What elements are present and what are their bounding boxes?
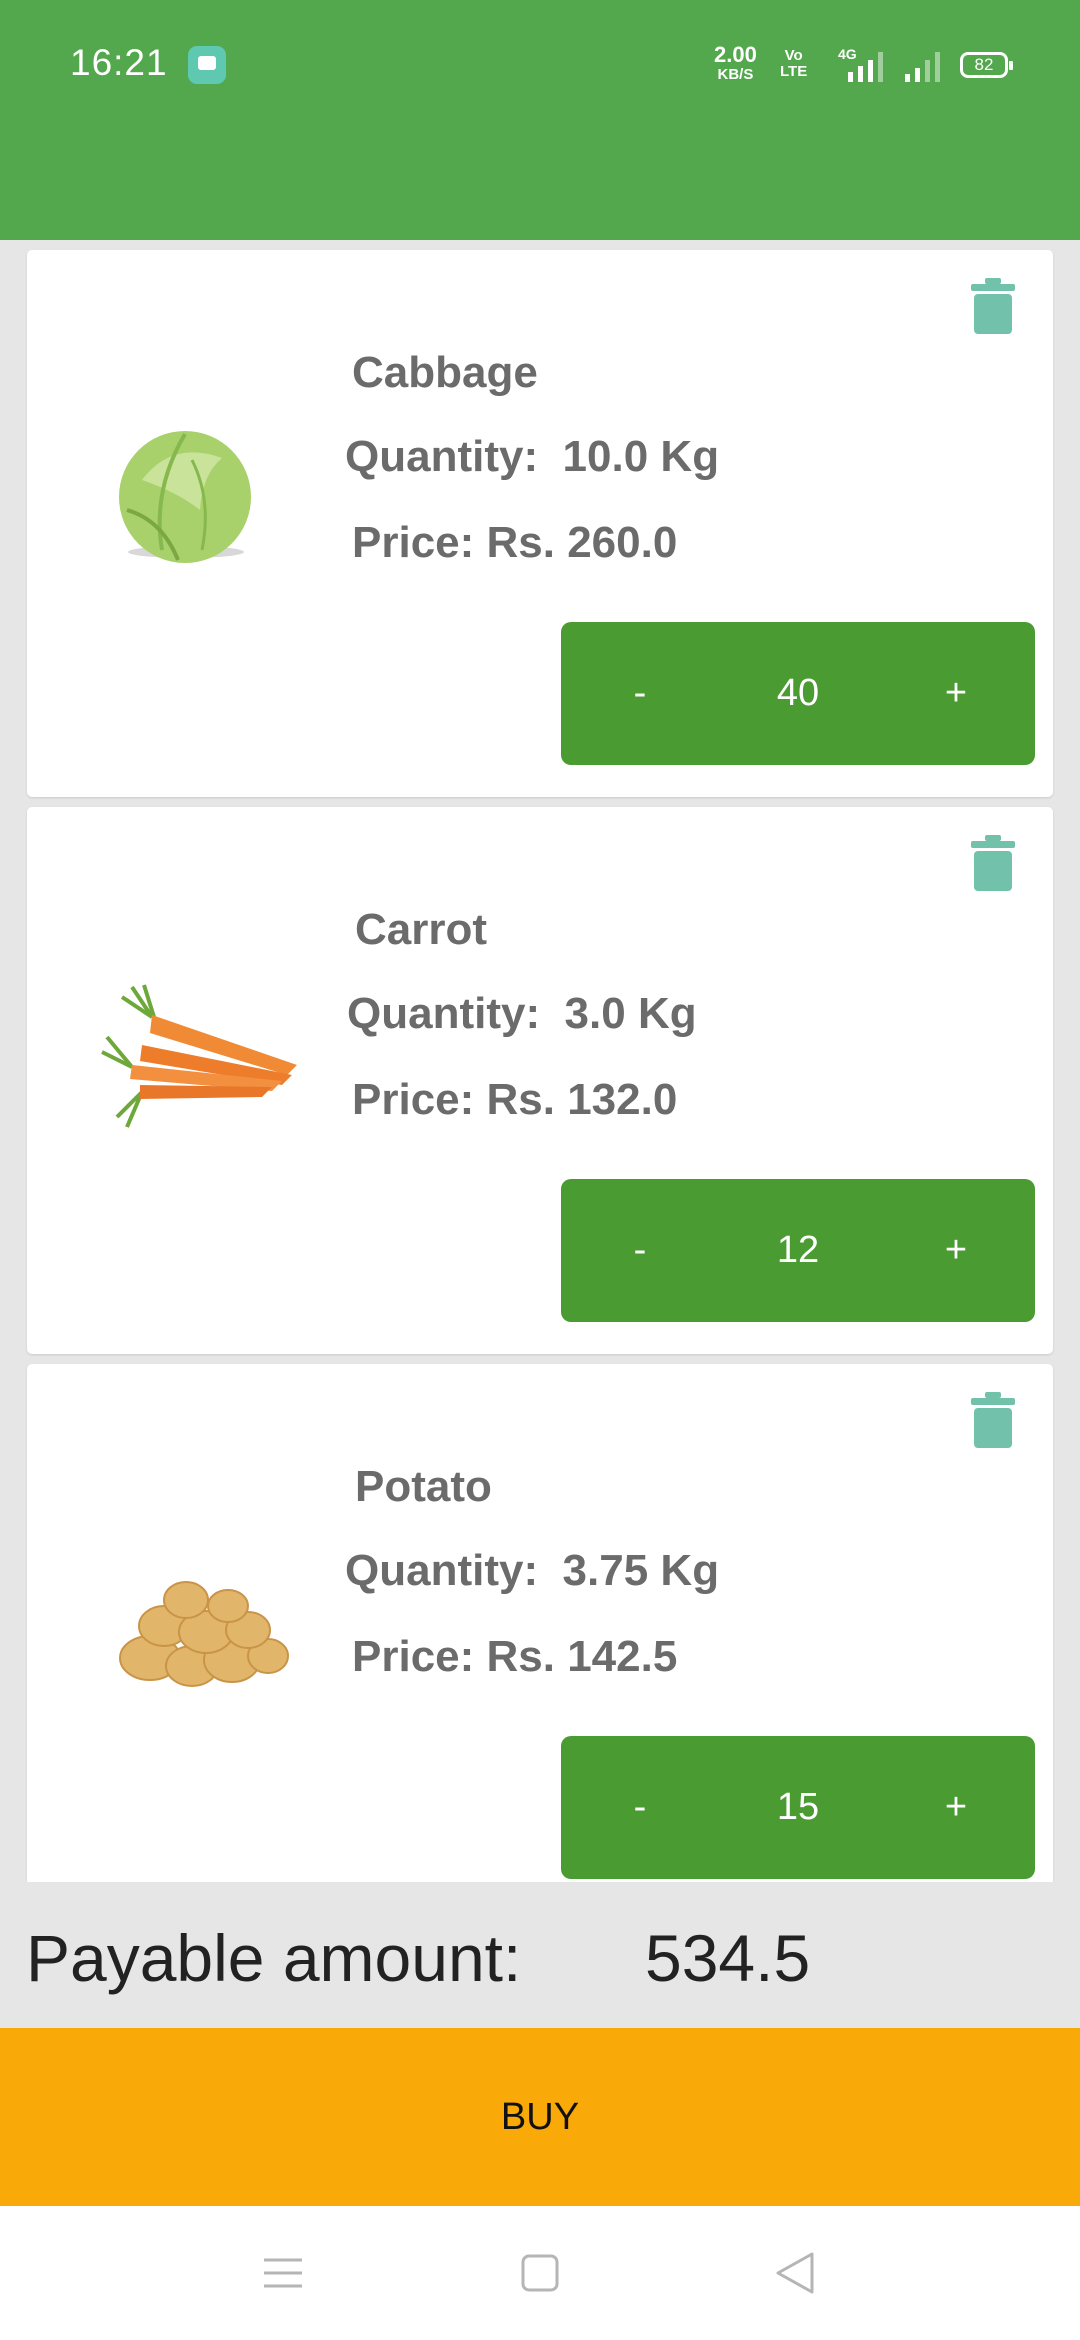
quantity-stepper: - 15 + bbox=[561, 1736, 1035, 1879]
carrot-image bbox=[82, 957, 302, 1157]
cabbage-image bbox=[82, 400, 302, 600]
trash-icon[interactable] bbox=[971, 835, 1015, 891]
signal-icon bbox=[848, 50, 883, 82]
product-price: Price: Rs. 132.0 bbox=[352, 1075, 678, 1124]
decrement-button[interactable]: - bbox=[575, 1179, 705, 1322]
product-quantity: Quantity: 10.0 Kg bbox=[345, 432, 720, 481]
cart-item-card: Potato Quantity: 3.75 Kg Price: Rs. 142.… bbox=[27, 1364, 1053, 1882]
trash-icon[interactable] bbox=[971, 278, 1015, 334]
triangle-back-icon[interactable] bbox=[752, 2238, 842, 2308]
product-price: Price: Rs. 260.0 bbox=[352, 518, 678, 567]
message-icon bbox=[188, 46, 226, 84]
payable-amount-label: Payable amount: bbox=[26, 1921, 522, 1995]
cart-item-card: Cabbage Quantity: 10.0 Kg Price: Rs. 260… bbox=[27, 250, 1053, 797]
cart-list[interactable]: Cabbage Quantity: 10.0 Kg Price: Rs. 260… bbox=[0, 240, 1080, 1882]
product-name: Cabbage bbox=[352, 348, 538, 397]
quantity-stepper: - 12 + bbox=[561, 1179, 1035, 1322]
trash-icon[interactable] bbox=[971, 1392, 1015, 1448]
product-name: Carrot bbox=[355, 905, 488, 954]
system-nav-bar bbox=[0, 2206, 1080, 2340]
status-time: 16:21 bbox=[70, 42, 168, 83]
signal-icon-sim2 bbox=[905, 50, 940, 82]
stepper-count: 15 bbox=[776, 1786, 820, 1828]
app-bar bbox=[0, 96, 1080, 240]
buy-button[interactable]: BUY bbox=[0, 2028, 1080, 2206]
product-quantity: Quantity: 3.0 Kg bbox=[347, 989, 697, 1038]
square-home-icon[interactable] bbox=[495, 2238, 585, 2308]
increment-button[interactable]: + bbox=[891, 1736, 1021, 1879]
product-price: Price: Rs. 142.5 bbox=[352, 1632, 678, 1681]
increment-button[interactable]: + bbox=[891, 622, 1021, 765]
volte-top: Vo bbox=[784, 47, 803, 64]
battery-icon: 82 bbox=[960, 52, 1013, 78]
status-bar: 16:21 2.00 KB/S Vo LTE 4G 82 bbox=[0, 0, 1080, 96]
quantity-stepper: - 40 + bbox=[561, 622, 1035, 765]
cart-item-card: Carrot Quantity: 3.0 Kg Price: Rs. 132.0… bbox=[27, 807, 1053, 1354]
payable-amount-value: 534.5 bbox=[645, 1921, 811, 1995]
product-quantity: Quantity: 3.75 Kg bbox=[345, 1546, 720, 1595]
payable-amount-bar: Payable amount: 534.5 bbox=[0, 1882, 1080, 2028]
network-speed: 2.00 KB/S bbox=[714, 42, 757, 83]
increment-button[interactable]: + bbox=[891, 1179, 1021, 1322]
menu-icon[interactable] bbox=[238, 2238, 328, 2308]
network-speed-value: 2.00 bbox=[714, 42, 757, 67]
stepper-count: 40 bbox=[776, 672, 820, 714]
volte-bottom: LTE bbox=[780, 62, 808, 80]
product-name: Potato bbox=[355, 1462, 492, 1511]
volte-indicator: Vo LTE bbox=[780, 48, 807, 80]
network-speed-unit: KB/S bbox=[717, 66, 754, 83]
potato-image bbox=[82, 1514, 302, 1714]
decrement-button[interactable]: - bbox=[575, 622, 705, 765]
decrement-button[interactable]: - bbox=[575, 1736, 705, 1879]
stepper-count: 12 bbox=[776, 1229, 820, 1271]
